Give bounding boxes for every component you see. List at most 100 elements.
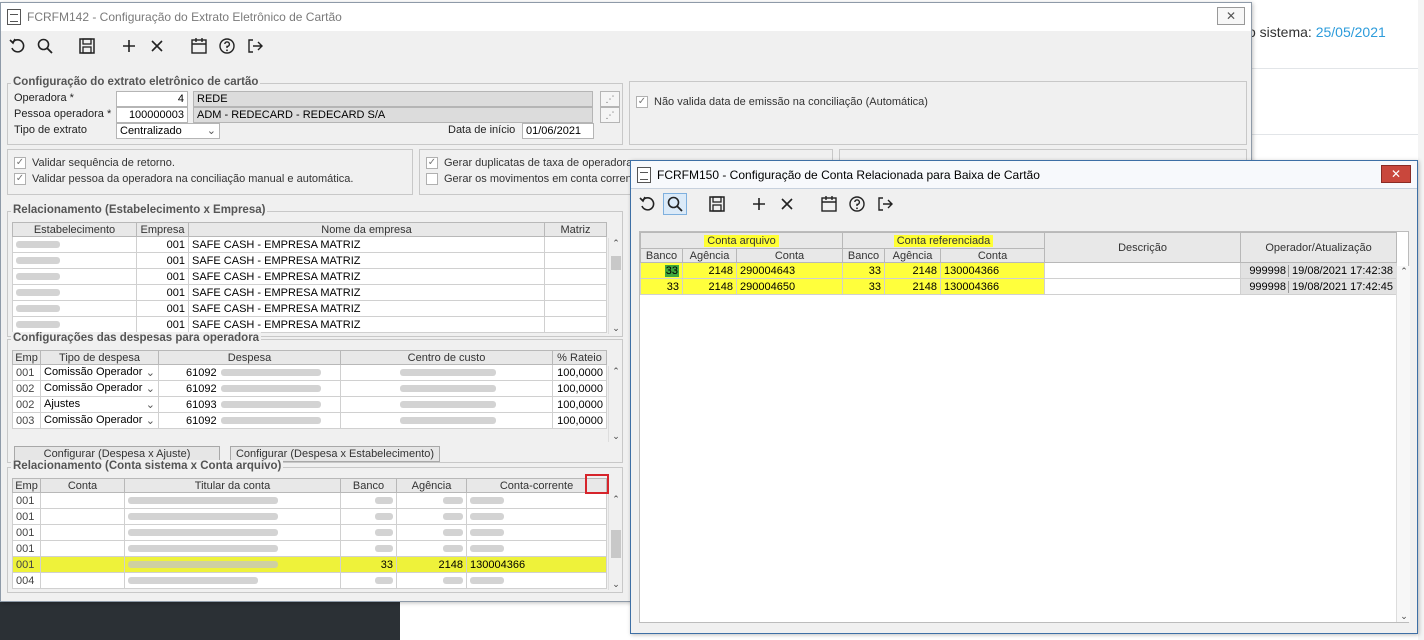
tipo-extrato-select[interactable]: Centralizado ⌄: [116, 123, 220, 139]
table-row[interactable]: 001 SAFE CASH - EMPRESA MATRIZ: [12, 236, 607, 253]
refresh-button[interactable]: [635, 193, 659, 215]
delete-button[interactable]: [145, 35, 169, 57]
chevron-up-icon[interactable]: ⌃: [609, 238, 623, 249]
despesa-cell[interactable]: 61092: [158, 412, 341, 429]
chevron-up-icon[interactable]: ⌃: [609, 494, 623, 505]
table-row[interactable]: 001 SAFE CASH - EMPRESA MATRIZ: [12, 316, 607, 333]
banco-cell[interactable]: [340, 508, 397, 525]
titular-cell[interactable]: [124, 572, 341, 589]
scrollbar[interactable]: ⌃ ⌄: [608, 238, 622, 334]
despesa-cell[interactable]: 61092: [158, 364, 341, 381]
title-bar[interactable]: FCRFM142 - Configuração do Extrato Eletr…: [1, 3, 1251, 31]
banco-cell[interactable]: [340, 524, 397, 541]
centro-custo-cell[interactable]: [340, 396, 553, 413]
chevron-up-icon[interactable]: ⌃: [1397, 266, 1411, 277]
centro-custo-cell[interactable]: [340, 364, 553, 381]
scroll-thumb[interactable]: [611, 256, 621, 270]
centro-custo-cell[interactable]: [340, 380, 553, 397]
col-centro-custo[interactable]: Centro de custo: [340, 350, 553, 365]
titular-cell[interactable]: [124, 556, 341, 573]
ref-banco-cell[interactable]: 33: [842, 262, 885, 279]
conta-cell[interactable]: [40, 524, 125, 541]
empresa-cell[interactable]: 001: [136, 236, 189, 253]
data-inicio-field[interactable]: 01/06/2021: [522, 123, 594, 139]
banco-cell[interactable]: 33: [640, 278, 683, 295]
table-row[interactable]: 001 SAFE CASH - EMPRESA MATRIZ: [12, 284, 607, 301]
operadora-field[interactable]: 4: [116, 91, 188, 107]
empresa-cell[interactable]: 001: [136, 284, 189, 301]
lookup-button[interactable]: ⋰: [600, 107, 620, 123]
empresa-cell[interactable]: 001: [136, 300, 189, 317]
col-operador-atualizacao[interactable]: Operador/Atualização: [1240, 232, 1398, 263]
agencia-cell[interactable]: 2148: [682, 262, 737, 279]
exit-button[interactable]: [243, 35, 267, 57]
matriz-cell[interactable]: [544, 268, 607, 285]
save-button[interactable]: [75, 35, 99, 57]
ref-banco-cell[interactable]: 33: [842, 278, 885, 295]
help-button[interactable]: [845, 193, 869, 215]
table-row[interactable]: 001: [12, 508, 607, 525]
scroll-thumb[interactable]: [611, 530, 621, 558]
validar-pessoa-checkbox[interactable]: ✓ Validar pessoa da operadora na concilia…: [14, 173, 353, 185]
emp-cell[interactable]: 001: [12, 492, 41, 509]
emp-cell[interactable]: 002: [12, 396, 41, 413]
scrollbar[interactable]: ⌃ ⌄: [1396, 266, 1410, 622]
emp-cell[interactable]: 001: [12, 556, 41, 573]
col-banco[interactable]: Banco: [640, 248, 683, 263]
empresa-cell[interactable]: 001: [136, 252, 189, 269]
estabelecimento-cell[interactable]: [12, 236, 137, 253]
emp-cell[interactable]: 001: [12, 508, 41, 525]
col-tipo-despesa[interactable]: Tipo de despesa: [40, 350, 159, 365]
conta-cell[interactable]: [40, 508, 125, 525]
emp-cell[interactable]: 003: [12, 412, 41, 429]
col-conta[interactable]: Conta: [736, 248, 843, 263]
estabelecimento-cell[interactable]: [12, 316, 137, 333]
save-button[interactable]: [705, 193, 729, 215]
table-row[interactable]: 004: [12, 572, 607, 589]
col-matriz[interactable]: Matriz: [544, 222, 607, 237]
search-button[interactable]: [663, 193, 687, 215]
agencia-cell[interactable]: [396, 524, 467, 541]
centro-custo-cell[interactable]: [340, 412, 553, 429]
table-row[interactable]: 002 Comissão Operador ⌄ 61092 100,0000: [12, 380, 607, 397]
tipo-despesa-cell[interactable]: Ajustes ⌄: [40, 396, 159, 413]
agencia-cell[interactable]: [396, 492, 467, 509]
gerar-dup-checkbox[interactable]: ✓ Gerar duplicatas de taxa de operadora: [426, 157, 632, 169]
nao-valida-checkbox[interactable]: ✓ Não valida data de emissão na conciliaç…: [636, 96, 928, 108]
help-button[interactable]: [215, 35, 239, 57]
conta-corrente-cell[interactable]: [466, 508, 607, 525]
calendar-button[interactable]: [187, 35, 211, 57]
col-despesa[interactable]: Despesa: [158, 350, 341, 365]
col-emp[interactable]: Emp: [12, 350, 41, 365]
calendar-button[interactable]: [817, 193, 841, 215]
conta-corrente-cell[interactable]: [466, 572, 607, 589]
nome-empresa-cell[interactable]: SAFE CASH - EMPRESA MATRIZ: [188, 316, 545, 333]
table-row[interactable]: 001: [12, 540, 607, 557]
emp-cell[interactable]: 004: [12, 572, 41, 589]
despesa-cell[interactable]: 61092: [158, 380, 341, 397]
agencia-cell[interactable]: 2148: [396, 556, 467, 573]
banco-cell[interactable]: 33: [640, 262, 683, 279]
titular-cell[interactable]: [124, 540, 341, 557]
rateio-cell[interactable]: 100,0000: [552, 412, 607, 429]
table-row[interactable]: 001 SAFE CASH - EMPRESA MATRIZ: [12, 300, 607, 317]
banco-cell[interactable]: [340, 492, 397, 509]
scrollbar[interactable]: ⌃ ⌄: [608, 366, 622, 442]
col-agencia[interactable]: Agência: [396, 478, 467, 493]
descricao-cell[interactable]: [1044, 278, 1242, 295]
lookup-button[interactable]: ⋰: [600, 91, 620, 107]
agencia-cell[interactable]: 2148: [682, 278, 737, 295]
ref-agencia-cell[interactable]: 2148: [884, 278, 941, 295]
chevron-down-icon[interactable]: ⌄: [146, 382, 155, 395]
rateio-cell[interactable]: 100,0000: [552, 380, 607, 397]
conta-cell[interactable]: 290004650: [736, 278, 843, 295]
add-button[interactable]: [117, 35, 141, 57]
refresh-button[interactable]: [5, 35, 29, 57]
col-empresa[interactable]: Empresa: [136, 222, 189, 237]
delete-button[interactable]: [775, 193, 799, 215]
pessoa-field[interactable]: 100000003: [116, 107, 188, 123]
chevron-down-icon[interactable]: ⌄: [146, 398, 155, 411]
validar-seq-checkbox[interactable]: ✓ Validar sequência de retorno.: [14, 157, 175, 169]
conta-corrente-cell[interactable]: [466, 524, 607, 541]
conta-cell[interactable]: [40, 540, 125, 557]
